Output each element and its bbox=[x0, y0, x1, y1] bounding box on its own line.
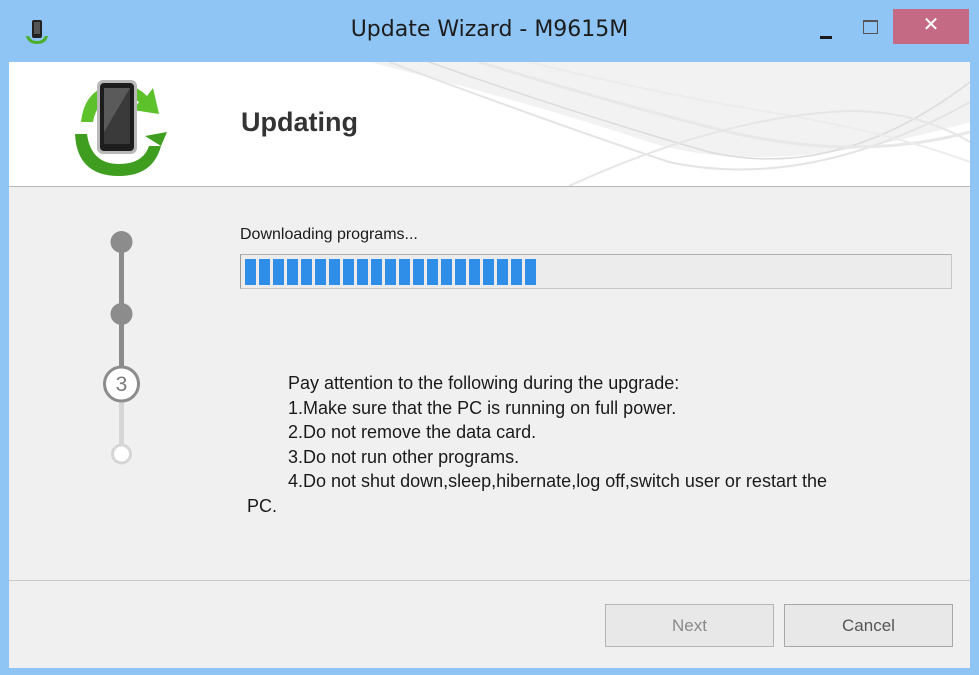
notice-line: 4.Do not shut down,sleep,hibernate,log o… bbox=[288, 471, 827, 491]
cancel-button[interactable]: Cancel bbox=[784, 604, 953, 647]
maximize-button[interactable] bbox=[852, 16, 888, 42]
close-icon: ✕ bbox=[922, 14, 940, 36]
step-4-dot bbox=[111, 443, 132, 465]
notice-line: PC. bbox=[247, 495, 278, 516]
notice-line: 3.Do not run other programs. bbox=[288, 446, 520, 467]
maximize-icon bbox=[863, 20, 878, 34]
progress-fill bbox=[245, 259, 536, 285]
step-indicator: 3 bbox=[103, 231, 140, 465]
notice-line: 1.Make sure that the PC is running on fu… bbox=[288, 397, 677, 418]
wizard-header: Updating bbox=[9, 62, 970, 187]
phone-update-icon bbox=[75, 80, 167, 176]
close-button[interactable]: ✕ bbox=[893, 9, 969, 44]
next-button[interactable]: Next bbox=[605, 604, 774, 647]
minimize-icon bbox=[820, 36, 832, 39]
step-2-dot bbox=[110, 303, 133, 325]
upgrade-notice: Pay attention to the following during th… bbox=[247, 371, 937, 518]
step-1-dot bbox=[110, 231, 133, 253]
update-wizard-window: Update Wizard - M9615M ✕ Updating 3 Down… bbox=[0, 0, 979, 675]
notice-line: Pay attention to the following during th… bbox=[288, 373, 680, 393]
notice-line: 2.Do not remove the data card. bbox=[288, 422, 537, 442]
title-bar[interactable]: Update Wizard - M9615M ✕ bbox=[0, 0, 979, 62]
download-progress-bar bbox=[240, 254, 952, 289]
step-3-number: 3 bbox=[116, 373, 128, 396]
minimize-button[interactable] bbox=[808, 20, 844, 46]
page-title: Updating bbox=[241, 107, 358, 137]
progress-status-text: Downloading programs... bbox=[240, 226, 418, 243]
